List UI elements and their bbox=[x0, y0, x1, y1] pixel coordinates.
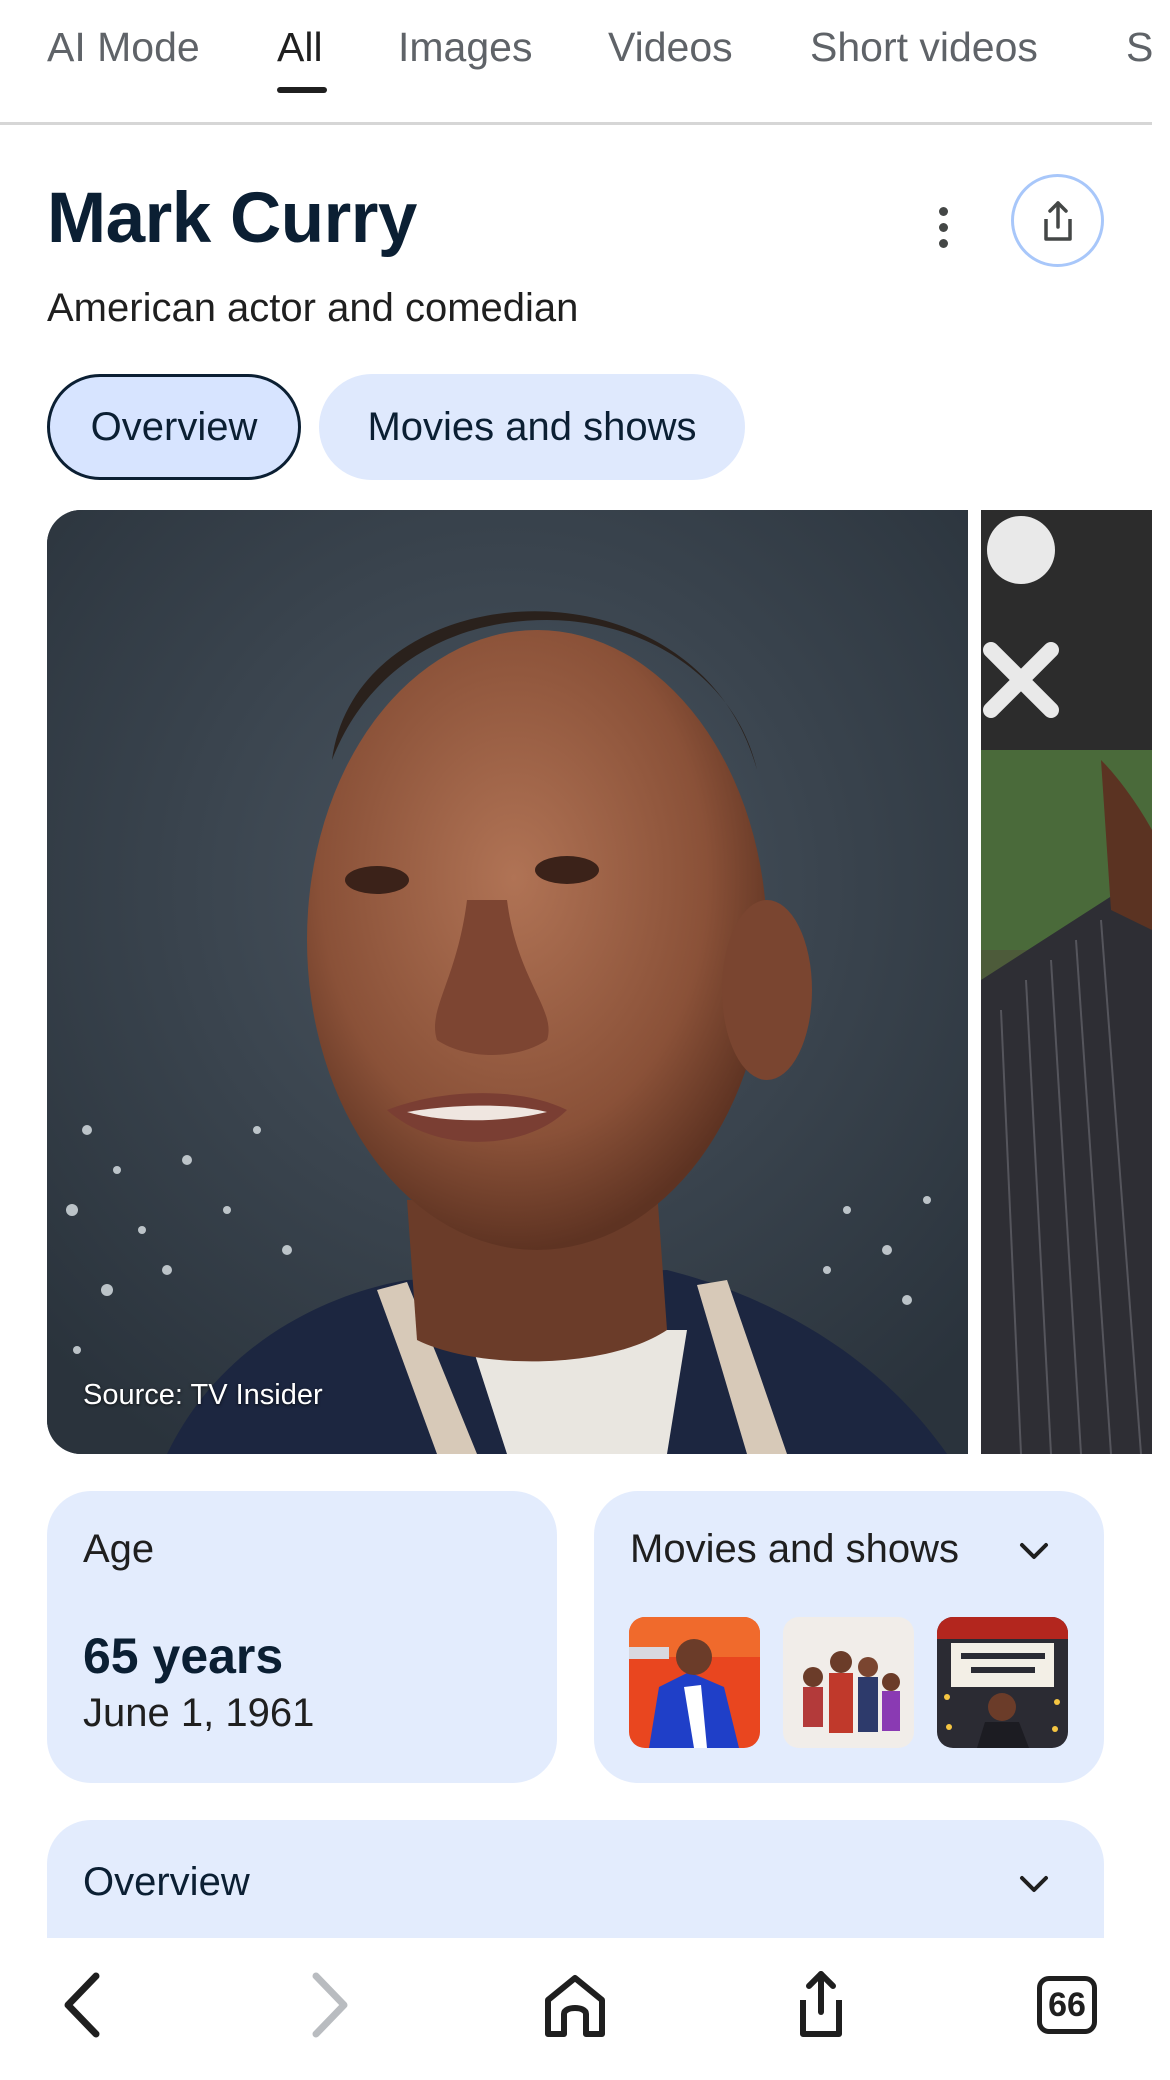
share-page-button[interactable] bbox=[776, 1960, 866, 2050]
hero-image[interactable]: Source: TV Insider bbox=[47, 510, 968, 1454]
movie-thumbnail[interactable] bbox=[783, 1617, 914, 1748]
thumbnail-image bbox=[937, 1617, 1068, 1748]
entity-subtitle: American actor and comedian bbox=[47, 286, 579, 330]
home-icon bbox=[545, 1975, 605, 2037]
share-icon bbox=[1043, 200, 1072, 241]
tab-images[interactable]: Images bbox=[398, 24, 532, 71]
back-button[interactable] bbox=[38, 1960, 128, 2050]
tab-all[interactable]: All bbox=[277, 24, 323, 71]
second-portrait-image bbox=[981, 510, 1152, 1454]
chevron-left-icon bbox=[64, 1972, 100, 2038]
chevron-down-icon[interactable] bbox=[1012, 1862, 1056, 1906]
movies-card-label: Movies and shows bbox=[630, 1527, 960, 1571]
share-button[interactable] bbox=[1011, 174, 1104, 267]
entity-title: Mark Curry bbox=[47, 179, 417, 258]
image-source-label: Source: TV Insider bbox=[83, 1379, 323, 1411]
chip-movies-and-shows[interactable]: Movies and shows bbox=[319, 374, 745, 480]
next-image-preview[interactable] bbox=[981, 510, 1152, 1454]
share-icon bbox=[800, 1971, 842, 2037]
forward-button[interactable] bbox=[284, 1960, 374, 2050]
tab-ai-mode[interactable]: AI Mode bbox=[47, 24, 200, 71]
chevron-right-icon bbox=[312, 1972, 348, 2038]
overview-section-label: Overview bbox=[83, 1860, 250, 1904]
age-value: 65 years bbox=[83, 1628, 284, 1684]
tabs-button[interactable]: 66 bbox=[1022, 1960, 1112, 2050]
chip-overview[interactable]: Overview bbox=[47, 374, 301, 480]
chevron-down-icon[interactable] bbox=[1012, 1529, 1056, 1573]
birth-date: June 1, 1961 bbox=[83, 1691, 315, 1735]
tabs-count-badge: 66 bbox=[1037, 1976, 1097, 2034]
tab-more[interactable]: S bbox=[1126, 24, 1152, 71]
movie-thumbnail[interactable] bbox=[629, 1617, 760, 1748]
portrait-image bbox=[47, 510, 968, 1454]
thumbnail-image bbox=[629, 1617, 760, 1748]
home-button[interactable] bbox=[530, 1960, 620, 2050]
thumbnail-image bbox=[783, 1617, 914, 1748]
age-card-label: Age bbox=[83, 1527, 155, 1571]
tab-short-videos[interactable]: Short videos bbox=[810, 24, 1038, 71]
movies-and-shows-card[interactable]: Movies and shows bbox=[594, 1491, 1104, 1783]
tab-videos[interactable]: Videos bbox=[608, 24, 733, 71]
search-tabs: AI Mode All Images Videos Short videos S bbox=[0, 0, 1152, 125]
movie-thumbnail[interactable] bbox=[937, 1617, 1068, 1748]
browser-toolbar: 66 bbox=[0, 1938, 1170, 2080]
more-options-icon[interactable] bbox=[918, 196, 968, 258]
active-tab-indicator bbox=[277, 87, 327, 93]
age-card[interactable]: Age 65 years June 1, 1961 bbox=[47, 1491, 557, 1783]
